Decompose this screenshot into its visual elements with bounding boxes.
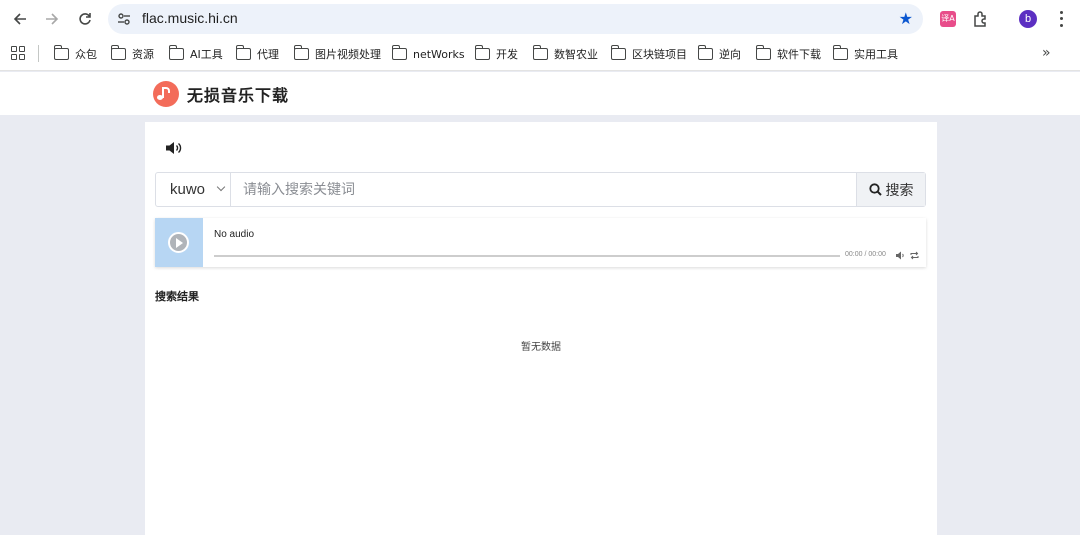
bookmark-folder[interactable]: 区块链项目	[610, 44, 687, 64]
player-time: 00:00 / 00:00	[845, 251, 886, 258]
volume-icon[interactable]	[896, 251, 905, 260]
progress-bar[interactable]	[214, 255, 840, 257]
bookmark-folder[interactable]: 逆向	[697, 44, 741, 64]
results-heading: 搜索结果	[155, 290, 199, 303]
folder-icon	[391, 45, 407, 60]
bookmark-label: 开发	[496, 48, 518, 61]
folder-icon	[293, 45, 309, 60]
browser-menu-icon[interactable]	[1054, 9, 1068, 29]
site-info-icon[interactable]	[116, 11, 132, 27]
bookmark-label: 众包	[75, 48, 97, 61]
bookmark-label: AI工具	[190, 48, 223, 61]
bookmark-label: 图片视频处理	[315, 48, 381, 61]
audio-player: No audio 00:00 / 00:00	[155, 218, 926, 267]
speaker-icon[interactable]	[165, 141, 183, 155]
search-icon	[868, 183, 882, 196]
bookmark-label: 数智农业	[554, 48, 598, 61]
music-note-logo-icon[interactable]	[153, 81, 179, 107]
bookmark-label: 逆向	[719, 48, 741, 61]
folder-icon	[532, 45, 548, 60]
bookmark-folder[interactable]: 实用工具	[832, 44, 898, 64]
translate-extension-icon[interactable]: 译A	[940, 11, 956, 27]
bookmarks-divider	[38, 45, 39, 62]
bookmark-label: 软件下载	[777, 48, 821, 61]
bookmark-folder[interactable]: 图片视频处理	[293, 44, 381, 64]
folder-icon	[610, 45, 626, 60]
bookmark-label: 区块链项目	[632, 48, 687, 61]
loop-icon[interactable]	[910, 251, 919, 260]
chevron-down-icon	[216, 182, 226, 192]
player-cover	[155, 218, 203, 267]
extensions-puzzle-icon[interactable]	[972, 10, 990, 28]
folder-icon	[235, 45, 251, 60]
address-bar[interactable]: flac.music.hi.cn ★	[108, 4, 923, 34]
bookmark-folder[interactable]: 资源	[110, 44, 154, 64]
site-title[interactable]: 无损音乐下载	[187, 82, 289, 106]
player-title: No audio	[214, 229, 255, 240]
bookmark-folder[interactable]: 软件下载	[755, 44, 821, 64]
bookmark-label: 资源	[132, 48, 154, 61]
bookmark-folder[interactable]: 代理	[235, 44, 279, 64]
bookmark-label: netWorks	[413, 47, 465, 61]
folder-icon	[832, 45, 848, 60]
search-bar: kuwo 搜索	[155, 172, 926, 207]
bookmark-folder[interactable]: netWorks	[391, 44, 465, 64]
bookmark-folder[interactable]: 众包	[53, 44, 97, 64]
folder-icon	[474, 45, 490, 60]
source-select[interactable]: kuwo	[156, 173, 231, 206]
bookmark-folder[interactable]: 数智农业	[532, 44, 598, 64]
reload-button[interactable]	[74, 8, 96, 30]
bookmark-folder[interactable]: AI工具	[168, 44, 223, 64]
folder-icon	[168, 45, 184, 60]
bookmark-star-icon[interactable]: ★	[899, 10, 913, 28]
arrow-right-icon	[46, 13, 59, 25]
folder-icon	[755, 45, 771, 60]
arrow-left-icon	[13, 13, 26, 25]
search-button-label: 搜索	[885, 182, 914, 199]
bookmark-label: 代理	[257, 48, 279, 61]
search-button[interactable]: 搜索	[856, 173, 925, 206]
bookmark-folder[interactable]: 开发	[474, 44, 518, 64]
folder-icon	[697, 45, 713, 60]
browser-toolbar: flac.music.hi.cn ★ 译A b	[0, 0, 1080, 38]
profile-avatar[interactable]: b	[1019, 10, 1037, 28]
bookmarks-bar: 众包 资源 AI工具 代理 图片视频处理 netWorks 开发 数智农业 区块…	[0, 38, 1080, 71]
forward-button[interactable]	[41, 8, 63, 30]
search-input[interactable]	[232, 173, 857, 206]
folder-icon	[53, 45, 69, 60]
source-select-value: kuwo	[170, 181, 206, 198]
play-icon[interactable]	[168, 232, 189, 253]
bookmarks-overflow-icon[interactable]: »	[1042, 45, 1051, 61]
empty-state-text: 暂无数据	[521, 342, 561, 353]
url-text[interactable]: flac.music.hi.cn	[142, 10, 238, 26]
folder-icon	[110, 45, 126, 60]
site-header: 无损音乐下载	[0, 72, 1080, 115]
reload-icon	[79, 13, 91, 25]
bookmark-label: 实用工具	[854, 48, 898, 61]
apps-grid-icon[interactable]	[11, 46, 25, 60]
main-card: kuwo 搜索 No audio 00:00 / 00:00 搜索结果 暂无数据	[145, 122, 937, 535]
back-button[interactable]	[9, 8, 31, 30]
